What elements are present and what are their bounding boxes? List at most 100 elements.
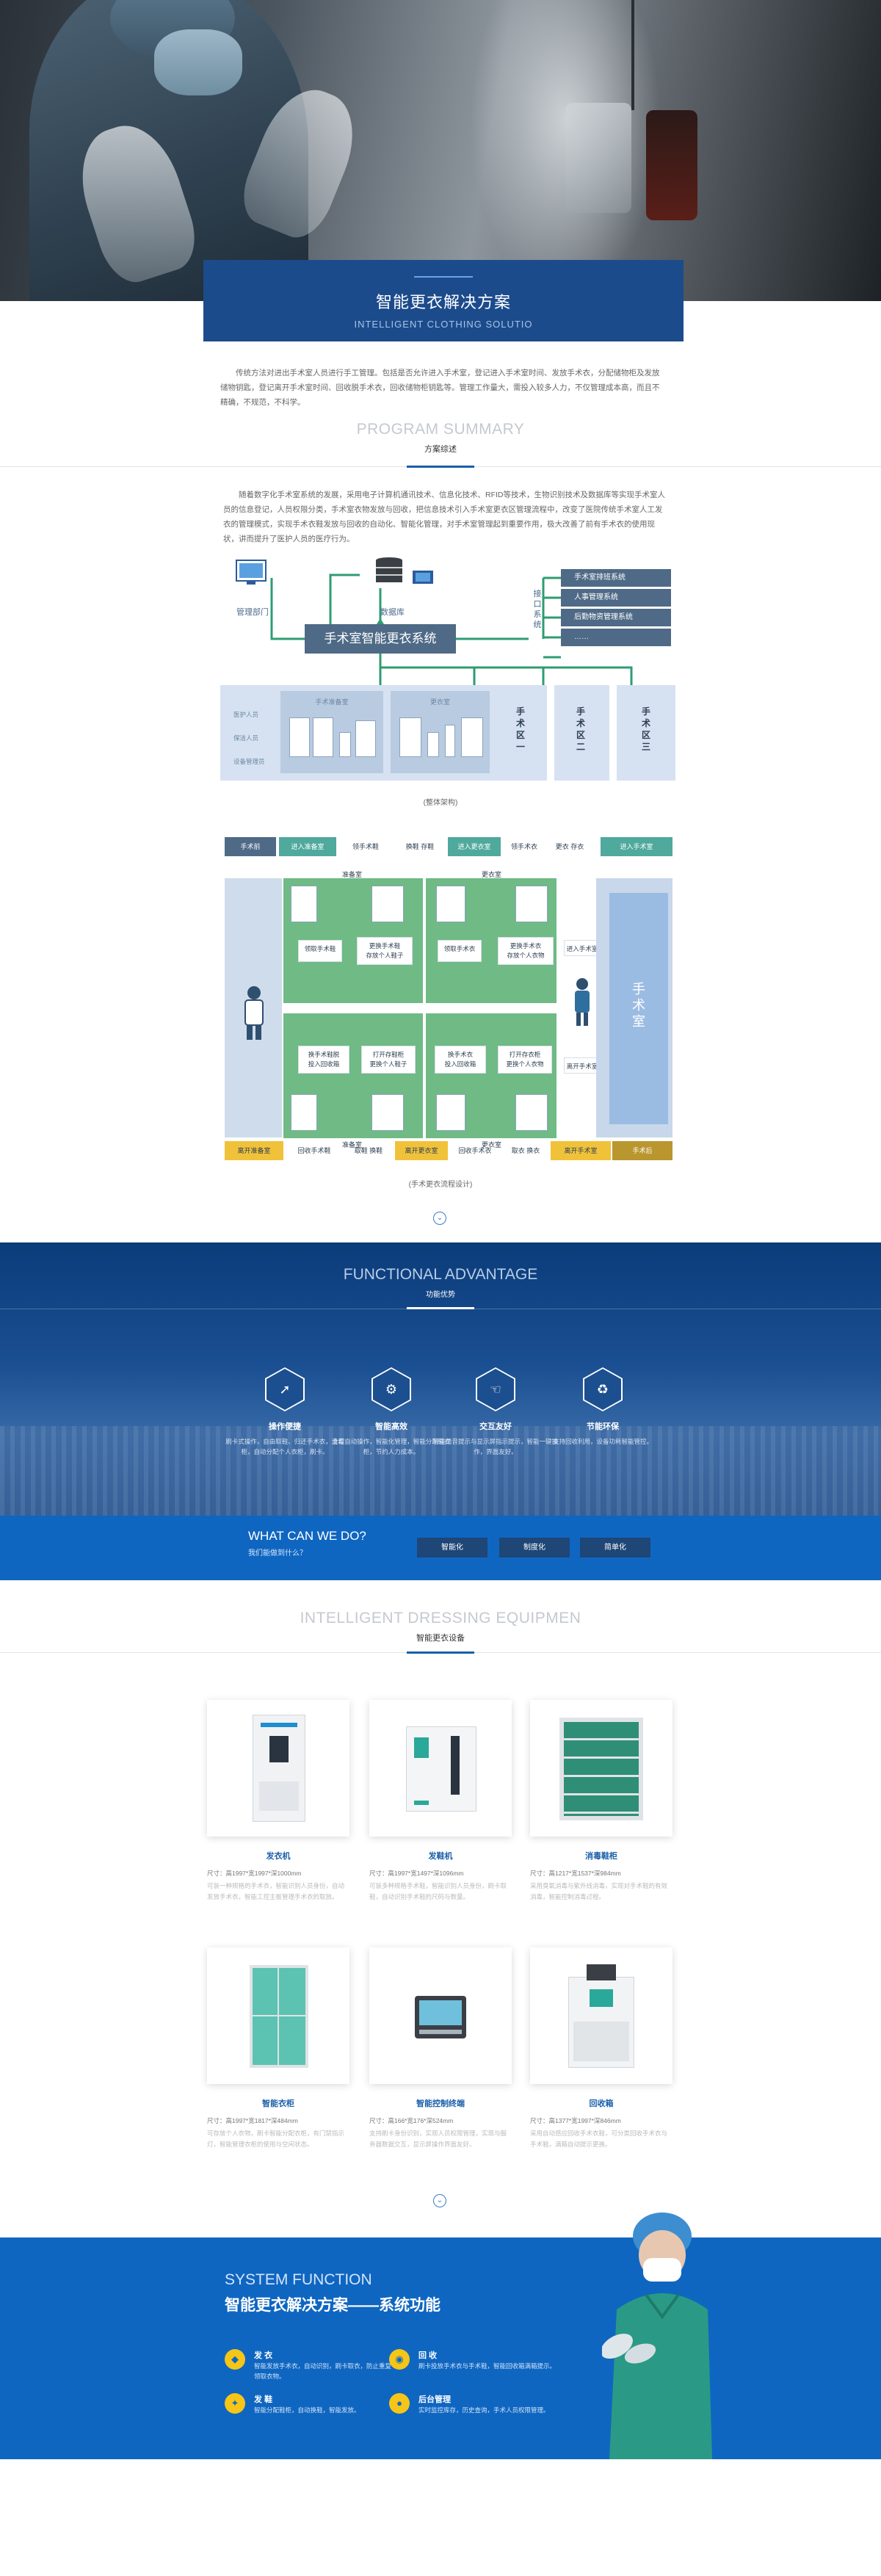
- advantage-item: ☜ 交互友好 智能语音提示与显示屏指示提示，智能一键操作，界面友好。: [433, 1367, 558, 1457]
- flow-return-step: 离开手术室: [551, 1141, 611, 1160]
- locker-icon: [515, 1094, 548, 1131]
- recycle-icon: ♻: [584, 1369, 621, 1410]
- system-function-heading-cn: 智能更衣解决方案——系统功能: [225, 2297, 440, 2314]
- cloth-dispenser-icon: [253, 1715, 305, 1822]
- function-title: 发 鞋: [254, 2395, 273, 2404]
- equipment-heading-en: INTELLIGENT DRESSING EQUIPMEN: [300, 1610, 581, 1627]
- system-box: 手术室智能更衣系统: [305, 624, 456, 654]
- shoe-cabinet-icon: [371, 886, 404, 922]
- architecture-diagram: 管理部门 数据库 手术室智能更衣系统 接口系统 手术室排班系统 人事管理系统 后…: [220, 556, 675, 809]
- product-card[interactable]: 智能衣柜 尺寸：高1997*宽1817*深484mm 可存放个人衣物，刷卡智能分…: [207, 1947, 349, 2150]
- product-spec: 尺寸：高166*宽176*深524mm: [369, 2117, 454, 2124]
- rocket-icon: ➚: [267, 1369, 303, 1410]
- product-name: 消毒鞋柜: [585, 1852, 617, 1861]
- product-image: [530, 1947, 672, 2084]
- equipment-heading: INTELLIGENT DRESSING EQUIPMEN 智能更衣设备: [0, 1610, 881, 1654]
- product-card[interactable]: 发衣机 尺寸：高1997*宽1997*深1000mm 可装一种规格的手术衣，智能…: [207, 1700, 349, 1903]
- recycle-icon: ◉: [389, 2349, 410, 2370]
- flow-return-step: 离开更衣室: [395, 1141, 448, 1160]
- system-function-heading-en: SYSTEM FUNCTION: [225, 2271, 372, 2288]
- flow-step: 领手术衣: [510, 843, 537, 850]
- product-spec: 尺寸：高1377*宽1997*深846mm: [530, 2117, 621, 2124]
- advantage-heading-cn: 功能优势: [426, 1291, 455, 1299]
- clothes-machine-icon: [436, 886, 465, 922]
- product-desc: 可装一种规格的手术衣，智能识别人员身份，自动发放手术衣，智能工控主板管理手术衣的…: [207, 1882, 345, 1900]
- product-card[interactable]: 发鞋机 尺寸：高1997*宽1497*深1096mm 可装多种规格手术鞋，智能识…: [369, 1700, 512, 1903]
- person-icon: ●: [389, 2393, 410, 2414]
- product-desc: 采用自动感应回收手术衣鞋，可分类回收手术衣与手术鞋，满箱自动提示更换。: [530, 2130, 668, 2148]
- locker-icon: [399, 717, 421, 757]
- product-name: 智能衣柜: [262, 2099, 294, 2108]
- changing-room: 更衣室: [391, 691, 490, 773]
- smart-button[interactable]: 智能化: [417, 1538, 487, 1557]
- recycle-bin-icon: [568, 1964, 634, 2068]
- flow-diagram: 手术前 进入准备室 领手术鞋 换鞋 存鞋 进入更衣室 领手术衣 更衣 存衣 进入…: [225, 837, 672, 1160]
- flow-card: 打开存衣柜 更换个人衣物: [498, 1046, 552, 1074]
- zone-label: 手术区三: [641, 706, 650, 752]
- product-image: [369, 1700, 512, 1837]
- iv-bag: [565, 103, 631, 213]
- intro-paragraph: 传统方法对进出手术室人员进行手工管理。包括是否允许进入手术室，登记进入手术室时间…: [220, 369, 660, 407]
- flow-return-step: 手术后: [612, 1141, 672, 1160]
- smart-locker-icon: [250, 1965, 308, 2068]
- product-desc: 采用臭氧消毒与紫外线消毒，实现对手术鞋的有效消毒，智能控制消毒过程。: [530, 1882, 668, 1900]
- hero-subtitle: INTELLIGENT CLOTHING SOLUTIO: [354, 319, 533, 330]
- section-accent: [407, 1307, 474, 1309]
- product-card[interactable]: 消毒鞋柜 尺寸：高1217*宽1537*深984mm 采用臭氧消毒与紫外线消毒，…: [530, 1700, 672, 1903]
- flow-step: 手术前: [225, 837, 276, 856]
- function-title: 后台管理: [418, 2395, 451, 2404]
- advantage-section: FUNCTIONAL ADVANTAGE 功能优势 ➚ 操作便捷 刷卡式操作，自…: [0, 1242, 881, 1516]
- right-item: 手术室排班系统: [561, 569, 671, 587]
- product-image: [207, 1700, 349, 1837]
- function-desc: 实时监控库存，历史查询，手术人员权限管理。: [418, 2406, 550, 2414]
- institution-button[interactable]: 制度化: [499, 1538, 570, 1557]
- hero-title: 智能更衣解决方案: [375, 293, 511, 311]
- zone-label: 手术区二: [576, 706, 585, 752]
- hero-title-box: 智能更衣解决方案 INTELLIGENT CLOTHING SOLUTIO: [203, 260, 684, 341]
- room-label: 更衣室: [482, 871, 502, 878]
- flow-return-step: 取衣 换衣: [511, 1147, 540, 1154]
- hand-icon: ☜: [477, 1369, 514, 1410]
- product-card[interactable]: 回收箱 尺寸：高1377*宽1997*深846mm 采用自动感应回收手术衣鞋，可…: [530, 1947, 672, 2150]
- flow-card: 换手术衣 投入回收箱: [435, 1046, 486, 1074]
- zone-1: 手术区一: [496, 685, 547, 781]
- product-spec: 尺寸：高1997*宽1817*深484mm: [207, 2117, 298, 2124]
- scroll-down-icon[interactable]: ⌄: [433, 1212, 446, 1225]
- function-title: 发 衣: [254, 2351, 273, 2360]
- equipment-heading-cn: 智能更衣设备: [416, 1634, 465, 1643]
- recycle-bin-icon: [291, 1094, 317, 1131]
- shoe-cabinet-icon: [559, 1718, 643, 1820]
- hex-frame: ♻: [583, 1367, 623, 1411]
- side-label: 设备管理员: [233, 758, 265, 765]
- exit-or-card: 离开手术室: [564, 1057, 601, 1074]
- zone-3: 手术区三: [617, 685, 675, 781]
- flow-step: 换鞋 存鞋: [405, 843, 435, 850]
- side-label: 保洁人员: [233, 734, 259, 742]
- doctor-illustration: [602, 2213, 712, 2459]
- locker-icon: [515, 886, 548, 922]
- blood-bag: [646, 110, 697, 220]
- scroll-down-icon[interactable]: ⌄: [433, 2194, 446, 2207]
- iv-pole: [631, 0, 634, 110]
- product-image: [369, 1947, 512, 2084]
- flow-caption: (手术更衣流程设计): [408, 1181, 473, 1189]
- hero-banner: [0, 0, 881, 301]
- hex-frame: ☜: [476, 1367, 515, 1411]
- panel-title: 手术准备室: [315, 698, 349, 706]
- product-desc: 可存放个人衣物，刷卡智能分配衣柜，有门禁指示灯，智能管理衣柜的使用与空闲状态。: [207, 2130, 345, 2148]
- flow-step: 领手术鞋: [352, 843, 379, 850]
- flow-card: 更换手术鞋 存放个人鞋子: [357, 937, 413, 965]
- terminal-icon: [445, 725, 455, 757]
- cando-bar: WHAT CAN WE DO? 我们能做到什么？ 智能化 制度化 简单化: [0, 1516, 881, 1580]
- function-desc: 刷卡投放手术衣与手术鞋，智能回收箱满箱提示。: [418, 2362, 556, 2370]
- advantage-desc: 支持回收利用，设备功耗智能管控。: [552, 1438, 653, 1445]
- side-label: 医护人员: [233, 711, 259, 718]
- summary-paragraph: 随着数字化手术室系统的发展，采用电子计算机通讯技术、信息化技术、RFID等技术，…: [223, 491, 665, 543]
- product-name: 发鞋机: [428, 1852, 453, 1861]
- product-card[interactable]: 智能控制终端 尺寸：高166*宽176*深524mm 支持刷卡身份识别，实现人员…: [369, 1947, 512, 2150]
- product-spec: 尺寸：高1997*宽1497*深1096mm: [369, 1870, 464, 1877]
- gear-icon: ⚙: [373, 1369, 410, 1410]
- cabinet-icon: [355, 720, 376, 757]
- interface-label: 接口系统: [533, 590, 542, 629]
- simple-button[interactable]: 简单化: [580, 1538, 650, 1557]
